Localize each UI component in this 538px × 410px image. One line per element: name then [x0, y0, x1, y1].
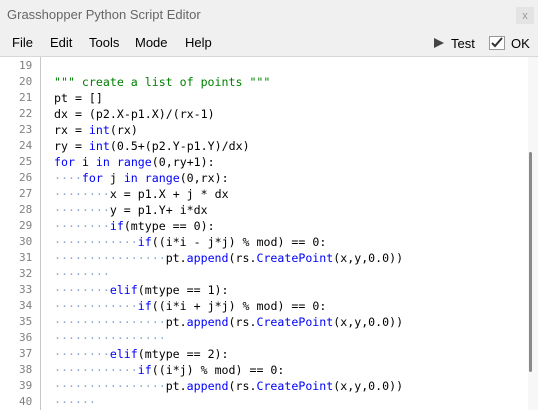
menu-tools[interactable]: Tools — [89, 35, 119, 50]
code-line[interactable]: 40 ······ — [0, 394, 525, 410]
code-text: ················pt.append(rs.CreatePoint… — [54, 251, 404, 265]
code-text: rx = int(rx) — [54, 123, 138, 137]
line-number: 34 — [19, 299, 33, 312]
code-text: for i in range(0,ry+1): — [54, 155, 215, 169]
line-number: 33 — [19, 283, 33, 296]
line-number: 26 — [19, 171, 33, 184]
indent-guide: ········ — [54, 347, 110, 361]
code-line[interactable]: 32 ········ — [0, 266, 525, 282]
code-line[interactable]: 31 ················pt.append(rs.CreatePoi… — [0, 250, 525, 266]
code-text: pt = [] — [54, 91, 103, 105]
code-line[interactable]: 21 pt = [] — [0, 90, 525, 106]
code-text: ············if((i*i - j*j) % mod) == 0: — [54, 235, 327, 249]
indent-guide: ················ — [54, 379, 166, 393]
code-text: ········x = p1.X + j * dx — [54, 187, 229, 201]
line-number: 25 — [19, 155, 33, 168]
line-number: 21 — [19, 91, 33, 104]
code-text: ····for j in range(0,rx): — [54, 171, 229, 185]
code-text: dx = (p2.X-p1.X)/(rx-1) — [54, 107, 215, 121]
code-text: ········elif(mtype == 2): — [54, 347, 229, 361]
ok-button-label: OK — [511, 35, 530, 51]
code-line[interactable]: 23 rx = int(rx) — [0, 122, 525, 138]
code-text: ············if((i*i + j*j) % mod) == 0: — [54, 299, 327, 313]
checkmark-icon — [489, 36, 505, 50]
scrollbar-thumb[interactable] — [529, 152, 532, 372]
ok-button[interactable]: OK — [489, 34, 530, 52]
menu-edit[interactable]: Edit — [50, 35, 72, 50]
line-number: 37 — [19, 347, 33, 360]
close-icon: x — [522, 9, 528, 22]
play-icon — [434, 38, 444, 48]
menu-mode[interactable]: Mode — [135, 35, 168, 50]
code-text: ············if((i*j) % mod) == 0: — [54, 363, 285, 377]
indent-guide: ······ — [54, 395, 96, 409]
line-number: 39 — [19, 379, 33, 392]
code-line[interactable]: 27 ········x = p1.X + j * dx — [0, 186, 525, 202]
code-line[interactable]: 38 ············if((i*j) % mod) == 0: — [0, 362, 525, 378]
code-line[interactable]: 39 ················pt.append(rs.CreatePoi… — [0, 378, 525, 394]
line-number: 27 — [19, 187, 33, 200]
code-text: ········y = p1.Y+ i*dx — [54, 203, 208, 217]
line-number: 19 — [19, 59, 33, 72]
code-line[interactable]: 25 for i in range(0,ry+1): — [0, 154, 525, 170]
line-number: 22 — [19, 107, 33, 120]
indent-guide: ········ — [54, 283, 110, 297]
indent-guide: ········ — [54, 219, 110, 233]
line-number: 23 — [19, 123, 33, 136]
code-editor[interactable]: 19 20 """ create a list of points """ 21 pt … — [0, 56, 538, 410]
line-number: 38 — [19, 363, 33, 376]
code-line[interactable]: 28 ········y = p1.Y+ i*dx — [0, 202, 525, 218]
code-text: ry = int(0.5+(p2.Y-p1.Y)/dx) — [54, 139, 250, 153]
indent-guide: ········ — [54, 187, 110, 201]
line-number: 24 — [19, 139, 33, 152]
indent-guide: ············ — [54, 363, 138, 377]
code-text: ······ — [54, 394, 96, 410]
indent-guide: ···· — [54, 171, 82, 185]
code-text: ················ — [54, 330, 166, 346]
indent-guide: ················ — [54, 251, 166, 265]
line-number: 32 — [19, 267, 33, 280]
code-line[interactable]: 22 dx = (p2.X-p1.X)/(rx-1) — [0, 106, 525, 122]
menu-file[interactable]: File — [12, 35, 33, 50]
code-line[interactable]: 36 ················ — [0, 330, 525, 346]
indent-guide: ················ — [54, 331, 166, 345]
indent-guide: ········ — [54, 267, 110, 281]
line-number: 40 — [19, 395, 33, 408]
indent-guide: ················ — [54, 315, 166, 329]
window-title: Grasshopper Python Script Editor — [7, 7, 201, 22]
line-number: 31 — [19, 251, 33, 264]
code-text: ········ — [54, 266, 110, 282]
menu-help[interactable]: Help — [185, 35, 212, 50]
code-line[interactable]: 34 ············if((i*i + j*j) % mod) == 0… — [0, 298, 525, 314]
code-line[interactable]: 20 """ create a list of points """ — [0, 74, 525, 90]
code-line[interactable]: 19 — [0, 58, 525, 74]
code-line[interactable]: 37 ········elif(mtype == 2): — [0, 346, 525, 362]
code-line[interactable]: 26 ····for j in range(0,rx): — [0, 170, 525, 186]
line-number: 35 — [19, 315, 33, 328]
code-line[interactable]: 24 ry = int(0.5+(p2.Y-p1.Y)/dx) — [0, 138, 525, 154]
indent-guide: ············ — [54, 299, 138, 313]
title-bar: Grasshopper Python Script Editor x — [0, 0, 538, 30]
line-number: 20 — [19, 75, 33, 88]
vertical-scrollbar[interactable] — [528, 57, 538, 410]
line-number: 28 — [19, 203, 33, 216]
indent-guide: ········ — [54, 203, 110, 217]
line-number: 29 — [19, 219, 33, 232]
test-button[interactable]: Test — [433, 34, 475, 52]
test-button-label: Test — [451, 35, 475, 51]
line-number: 30 — [19, 235, 33, 248]
indent-guide: ············ — [54, 235, 138, 249]
code-text: ········elif(mtype == 1): — [54, 283, 229, 297]
code-text: ········if(mtype == 0): — [54, 219, 215, 233]
close-button[interactable]: x — [516, 7, 534, 24]
line-number: 36 — [19, 331, 33, 344]
code-line[interactable]: 33 ········elif(mtype == 1): — [0, 282, 525, 298]
code-line[interactable]: 29 ········if(mtype == 0): — [0, 218, 525, 234]
code-text: """ create a list of points """ — [54, 75, 271, 89]
code-text: ················pt.append(rs.CreatePoint… — [54, 315, 404, 329]
menu-bar: File Edit Tools Mode Help Test OK — [0, 30, 538, 55]
code-line[interactable]: 35 ················pt.append(rs.CreatePoi… — [0, 314, 525, 330]
code-line[interactable]: 30 ············if((i*i - j*j) % mod) == 0… — [0, 234, 525, 250]
code-text: ················pt.append(rs.CreatePoint… — [54, 379, 404, 393]
